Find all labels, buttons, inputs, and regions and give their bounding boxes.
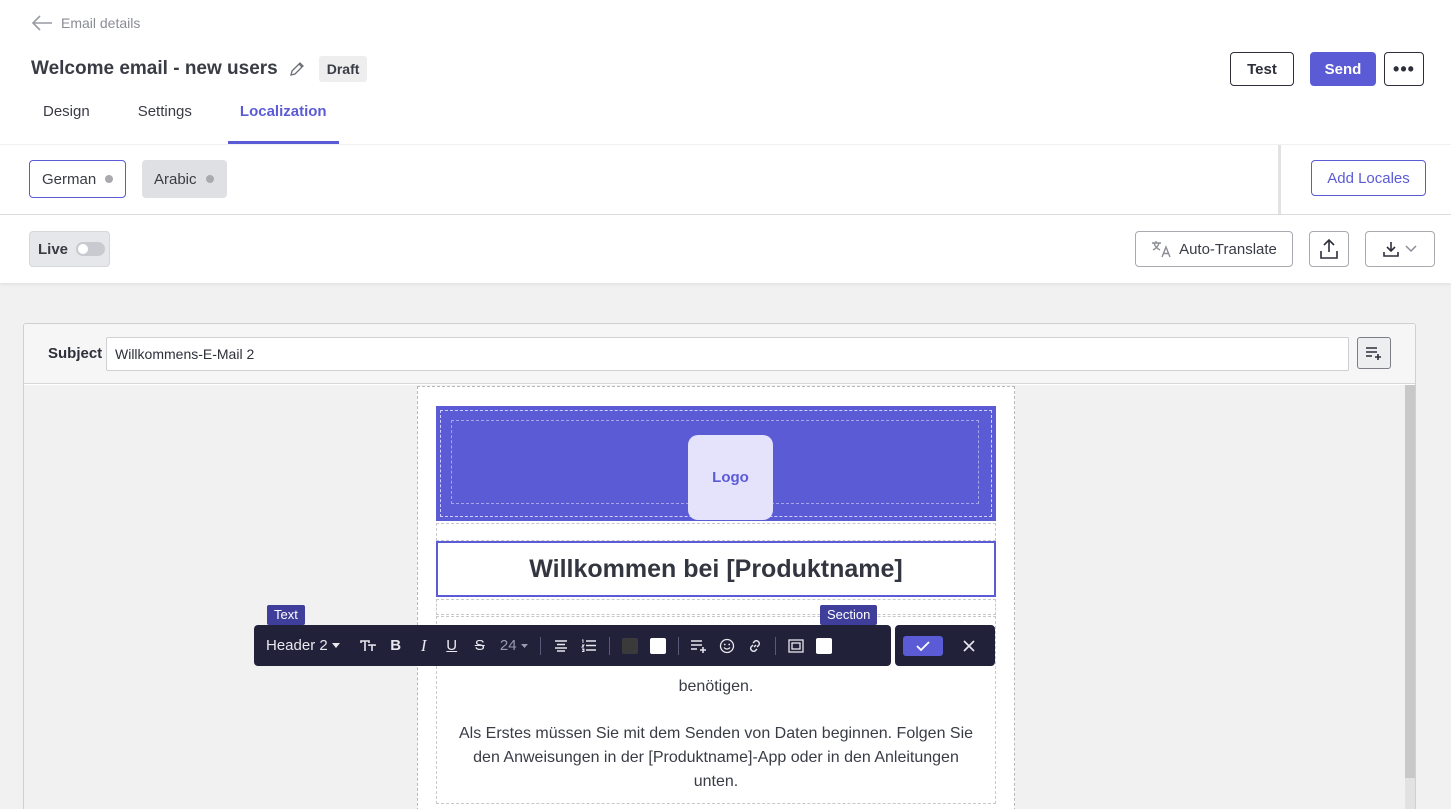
test-button[interactable]: Test xyxy=(1230,52,1294,86)
back-link[interactable]: Email details xyxy=(31,14,140,32)
scrollbar-thumb[interactable] xyxy=(1405,385,1415,778)
email-editor-card: Subject Willkommens-E-Mail 2 Logo Willko… xyxy=(23,323,1416,809)
text-color-picker[interactable] xyxy=(616,632,644,660)
block-type-select[interactable]: Header 2 xyxy=(266,637,340,654)
section-tag: Section xyxy=(820,605,878,625)
list-add-icon xyxy=(1366,347,1381,360)
text-size-icon[interactable] xyxy=(354,632,382,660)
section-color-picker[interactable] xyxy=(810,632,838,660)
heading-text-block[interactable]: Willkommen bei [Produktname] xyxy=(436,541,996,597)
ordered-list-icon[interactable] xyxy=(575,632,603,660)
locale-arabic[interactable]: Arabic xyxy=(142,160,227,198)
caret-down-icon xyxy=(520,643,528,648)
subject-row: Subject Willkommens-E-Mail 2 xyxy=(24,324,1415,384)
tab-localization[interactable]: Localization xyxy=(227,96,339,144)
header-banner-section[interactable]: Logo xyxy=(436,406,996,521)
arrow-left-icon xyxy=(31,15,52,31)
divider xyxy=(677,636,679,655)
text-block-tag: Text xyxy=(267,605,305,625)
text-color-swatch-icon xyxy=(621,637,638,654)
subject-label: Subject xyxy=(48,345,103,362)
live-label: Live xyxy=(38,240,69,258)
section-color-swatch-icon xyxy=(815,637,832,654)
locale-label: Arabic xyxy=(154,170,197,188)
tab-bar: Design Settings Localization xyxy=(31,96,363,144)
auto-translate-button[interactable]: Auto-Translate xyxy=(1135,231,1293,267)
toggle-switch[interactable] xyxy=(76,242,106,256)
add-locales-button[interactable]: Add Locales xyxy=(1311,160,1426,196)
tab-settings[interactable]: Settings xyxy=(126,96,204,144)
localization-toolbar: Live Auto-Translate xyxy=(0,215,1451,283)
link-icon[interactable] xyxy=(741,632,769,660)
live-toggle[interactable]: Live xyxy=(29,231,110,267)
font-size-value: 24 xyxy=(499,637,517,654)
logo-placeholder[interactable]: Logo xyxy=(688,435,773,520)
spacer-block[interactable] xyxy=(436,523,996,541)
insert-variable-icon[interactable] xyxy=(685,632,713,660)
close-button[interactable] xyxy=(957,634,981,658)
block-type-label: Header 2 xyxy=(266,637,328,654)
section-padding-icon[interactable] xyxy=(782,632,810,660)
status-dot-icon xyxy=(105,175,113,183)
format-actions xyxy=(895,625,995,666)
divider xyxy=(539,636,541,655)
divider xyxy=(1278,145,1281,214)
insert-variable-button[interactable] xyxy=(1357,337,1391,369)
tab-design[interactable]: Design xyxy=(31,96,102,144)
close-icon xyxy=(963,639,975,652)
subject-input[interactable]: Willkommens-E-Mail 2 xyxy=(106,337,1349,371)
send-button[interactable]: Send xyxy=(1310,52,1376,86)
download-icon xyxy=(1383,242,1399,257)
page-title: Welcome email - new users xyxy=(31,58,278,79)
auto-translate-label: Auto-Translate xyxy=(1179,240,1277,258)
more-options-button[interactable]: ••• xyxy=(1384,52,1424,86)
title-row: Welcome email - new users Draft xyxy=(31,56,368,82)
body-paragraph: Als Erstes müssen Sie mit dem Senden von… xyxy=(458,725,974,790)
status-dot-icon xyxy=(205,175,214,183)
confirm-button[interactable] xyxy=(903,635,943,656)
strikethrough-icon[interactable]: S xyxy=(466,632,494,660)
bold-icon[interactable]: B xyxy=(382,632,410,660)
upload-button[interactable] xyxy=(1309,231,1349,267)
body-line: benötigen. xyxy=(678,678,754,695)
spacer-block[interactable] xyxy=(436,599,996,615)
underline-icon[interactable]: U xyxy=(438,632,466,660)
italic-icon[interactable]: I xyxy=(410,632,438,660)
pencil-icon[interactable] xyxy=(289,62,304,76)
background-color-picker[interactable] xyxy=(644,632,672,660)
page-header: Email details Welcome email - new users … xyxy=(0,0,1451,144)
format-toolbar: Header 2 B I U S 24 xyxy=(254,625,891,666)
upload-icon xyxy=(1320,239,1338,259)
banner-inner-block: Logo xyxy=(451,420,979,520)
align-center-icon[interactable] xyxy=(547,632,575,660)
check-icon xyxy=(916,640,930,651)
back-link-label: Email details xyxy=(61,15,141,31)
locale-german[interactable]: German xyxy=(29,160,126,198)
status-badge: Draft xyxy=(318,56,368,82)
locale-label: German xyxy=(42,170,97,188)
divider xyxy=(608,636,610,655)
locale-bar: German Arabic Add Locales xyxy=(0,145,1451,215)
translate-icon xyxy=(1152,241,1171,258)
chevron-down-icon xyxy=(1405,245,1417,253)
font-size-select[interactable]: 24 xyxy=(494,637,534,654)
email-canvas: Logo Willkommen bei [Produktname] benöti… xyxy=(24,385,1415,809)
divider xyxy=(774,636,776,655)
background-color-swatch-icon xyxy=(649,637,666,654)
emoji-icon[interactable] xyxy=(713,632,741,660)
email-body: Logo Willkommen bei [Produktname] benöti… xyxy=(417,386,1015,809)
download-button[interactable] xyxy=(1365,231,1435,267)
caret-down-icon xyxy=(331,643,340,648)
